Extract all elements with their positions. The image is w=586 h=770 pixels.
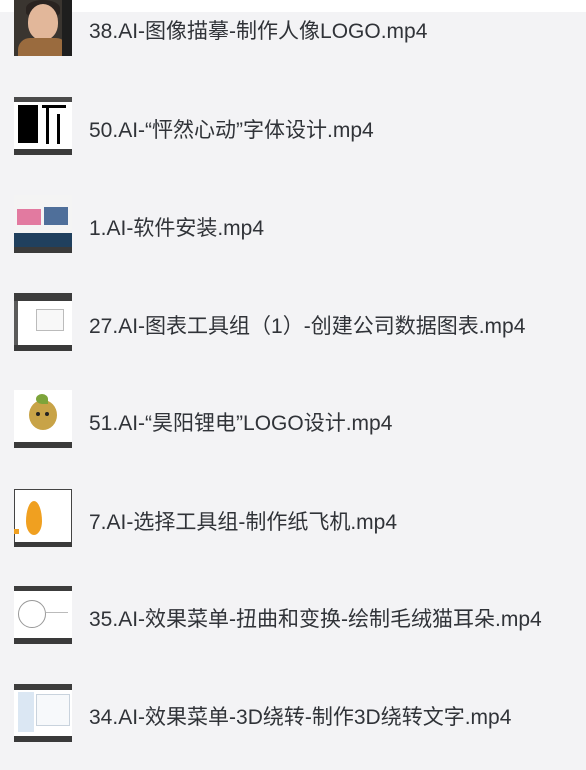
video-thumbnail bbox=[14, 293, 72, 351]
video-file-name: 50.AI-“怦然心动”字体设计.mp4 bbox=[89, 119, 374, 142]
video-thumbnail bbox=[14, 195, 72, 253]
list-item[interactable]: 34.AI-效果菜单-3D绕转-制作3D绕转文字.mp4 bbox=[0, 678, 586, 748]
list-item[interactable]: 50.AI-“怦然心动”字体设计.mp4 bbox=[0, 91, 586, 161]
video-thumbnail bbox=[14, 489, 72, 547]
video-file-name: 7.AI-选择工具组-制作纸飞机.mp4 bbox=[89, 511, 398, 534]
video-file-name: 38.AI-图像描摹-制作人像LOGO.mp4 bbox=[89, 20, 428, 43]
video-file-name: 1.AI-软件安装.mp4 bbox=[89, 217, 265, 240]
list-item[interactable]: 35.AI-效果菜单-扭曲和变换-绘制毛绒猫耳朵.mp4 bbox=[0, 580, 586, 650]
list-item[interactable]: 27.AI-图表工具组（1）-创建公司数据图表.mp4 bbox=[0, 287, 586, 357]
video-thumbnail bbox=[14, 684, 72, 742]
list-item[interactable]: 51.AI-“昊阳锂电”LOGO设计.mp4 bbox=[0, 384, 586, 454]
video-file-name: 35.AI-效果菜单-扭曲和变换-绘制毛绒猫耳朵.mp4 bbox=[89, 608, 542, 631]
video-file-name: 34.AI-效果菜单-3D绕转-制作3D绕转文字.mp4 bbox=[89, 706, 512, 729]
video-thumbnail bbox=[14, 390, 72, 448]
video-file-name: 51.AI-“昊阳锂电”LOGO设计.mp4 bbox=[89, 412, 393, 435]
video-file-name: 27.AI-图表工具组（1）-创建公司数据图表.mp4 bbox=[89, 315, 526, 338]
video-thumbnail bbox=[14, 97, 72, 155]
list-item[interactable]: 1.AI-软件安装.mp4 bbox=[0, 189, 586, 259]
video-file-list: 38.AI-图像描摹-制作人像LOGO.mp4 50.AI-“怦然心动”字体设计… bbox=[0, 0, 586, 770]
list-item[interactable]: 7.AI-选择工具组-制作纸飞机.mp4 bbox=[0, 483, 586, 553]
list-item[interactable]: 38.AI-图像描摹-制作人像LOGO.mp4 bbox=[0, 0, 586, 62]
video-thumbnail bbox=[14, 586, 72, 644]
video-thumbnail bbox=[14, 0, 72, 56]
